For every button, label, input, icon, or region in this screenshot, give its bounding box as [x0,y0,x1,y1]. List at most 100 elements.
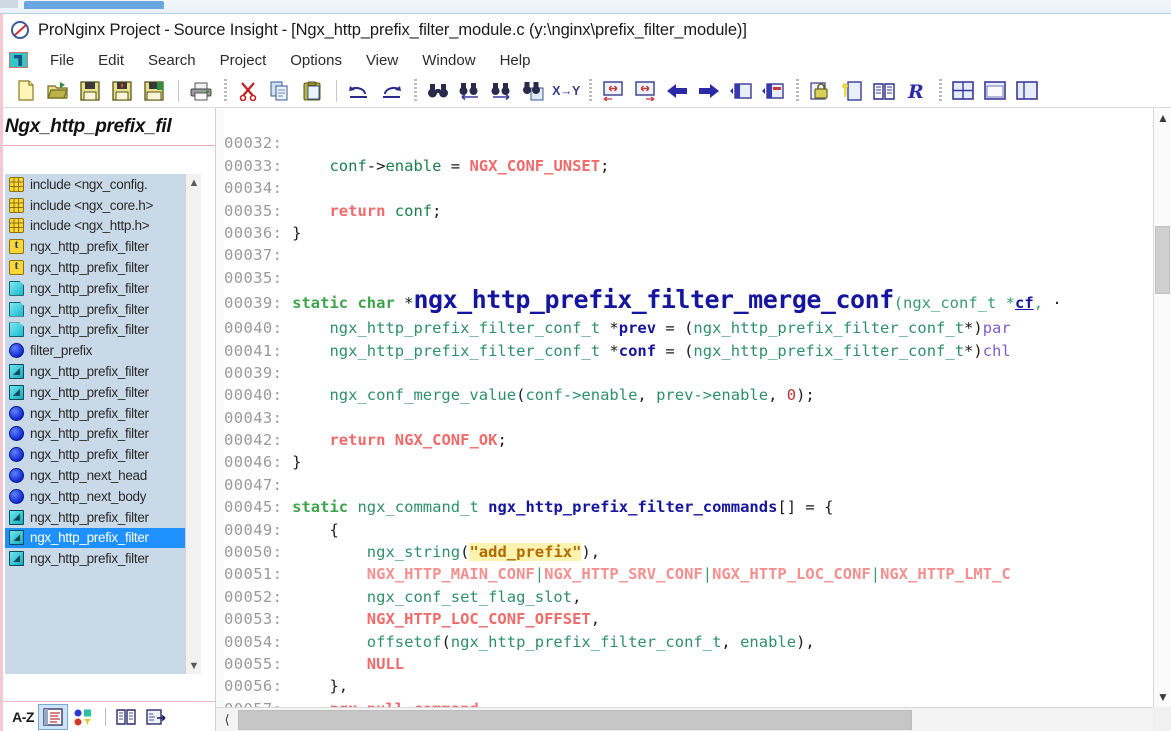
scissors-icon[interactable] [233,77,263,105]
tile-grid-icon[interactable] [948,77,978,105]
menu-item-view[interactable]: View [354,50,410,71]
list-item[interactable]: include <ngx_core.h> [5,195,185,216]
title-app-name: Source Insight [173,20,278,39]
binoculars-files-icon[interactable] [519,77,549,105]
list-item-label: ngx_http_prefix_filter [30,322,149,338]
a-z-icon: A-Z [12,708,34,725]
list-item[interactable]: ngx_http_prefix_filter [5,382,185,403]
floppy-disk-icon[interactable] [75,77,105,105]
title-project-name: ProNginx Project [38,20,161,39]
single-window-icon[interactable] [980,77,1010,105]
list-item-selected[interactable]: ngx_http_prefix_filter [5,527,185,549]
function-def-icon [9,530,24,546]
list-item[interactable]: include <ngx_config. [5,174,185,195]
title-separator-1: - [164,20,170,39]
menu-item-search[interactable]: Search [136,50,208,71]
file-with-arrow-icon [146,708,166,725]
vertical-scroll-thumb[interactable] [1155,226,1170,294]
code-text-area[interactable]: 00032: 00033: conf->enable = NGX_CONF_UN… [224,110,1153,707]
editor-horizontal-scrollbar[interactable]: ⟨ ⟩ [216,707,1171,731]
binoculars-left-icon[interactable] [455,77,485,105]
lock-icon[interactable] [805,77,835,105]
symbol-tree[interactable]: include <ngx_config. include <ngx_core.h… [5,174,201,674]
arrow-left-icon[interactable] [662,77,692,105]
horizontal-scroll-track[interactable] [238,709,1149,730]
list-item[interactable]: ngx_http_prefix_filter [5,236,185,257]
binoculars-icon[interactable] [423,77,453,105]
chevron-up-icon[interactable]: ▲ [186,174,201,191]
binoculars-right-icon[interactable] [487,77,517,105]
editor-vertical-scrollbar[interactable]: ▲ ▼ [1153,108,1171,707]
symbol-panel-toolbar: A-Z [3,701,215,731]
open-folder-icon[interactable] [43,77,73,105]
symbol-tree-scrollbar[interactable]: ▲ ▼ [185,174,201,674]
menu-item-help[interactable]: Help [488,50,543,71]
code-line: 00042: return NGX_CONF_OK; [224,431,507,450]
undo-arrow-icon[interactable] [344,77,374,105]
floppy-disk-green-icon[interactable] [139,77,169,105]
relation-r-icon[interactable]: R [901,77,931,105]
copy-pages-icon[interactable] [265,77,295,105]
list-item[interactable]: ngx_http_prefix_filter [5,507,185,528]
new-document-icon[interactable] [11,77,41,105]
window-prev-icon[interactable] [726,77,756,105]
symbol-window-header: Ngx_http_prefix_fil [3,108,215,146]
context-info-icon[interactable] [837,77,867,105]
jump-left-icon[interactable] [598,77,628,105]
menu-item-edit[interactable]: Edit [86,50,136,71]
x-to-y-icon[interactable]: X→Y [551,77,581,105]
source-insight-window: ProNginx Project - Source Insight - [Ngx… [0,14,1171,731]
sort-alphabetical-button[interactable]: A-Z [9,705,37,729]
redo-arrow-icon[interactable] [376,77,406,105]
arrow-right-icon[interactable] [694,77,724,105]
clipboard-icon[interactable] [297,77,327,105]
chevron-down-icon[interactable]: ▼ [1154,687,1171,707]
code-line: 00049: { [224,520,339,539]
scrollbar-corner [1153,707,1171,731]
printer-icon[interactable] [186,77,216,105]
menu-item-options[interactable]: Options [278,50,354,71]
window-next-icon[interactable] [758,77,788,105]
toolbar-separator-7 [939,78,942,103]
list-item[interactable]: ngx_http_prefix_filter [5,320,185,341]
chevron-down-icon[interactable]: ▼ [186,657,201,674]
list-item-label: include <ngx_http.h> [30,218,150,234]
list-item[interactable]: ngx_http_prefix_filter [5,444,185,465]
list-item-label: ngx_http_prefix_filter [30,426,149,442]
list-item[interactable]: ngx_http_next_body [5,486,185,507]
code-line: 00039: [224,363,293,382]
list-item-label: ngx_http_prefix_filter [30,280,149,296]
menu-item-file[interactable]: File [38,50,86,71]
horizontal-scroll-thumb[interactable] [238,709,913,730]
code-line: 00033: conf->enable = NGX_CONF_UNSET; [224,156,610,175]
filter-symbols-button[interactable] [69,705,97,729]
list-item[interactable]: ngx_http_next_head [5,465,185,486]
menu-item-project[interactable]: Project [208,50,279,71]
list-item[interactable]: ngx_http_prefix_filter [5,257,185,278]
chevron-up-icon[interactable]: ▲ [1154,108,1171,128]
list-item[interactable]: filter_prefix [5,340,185,361]
list-item-label: ngx_http_prefix_filter [30,551,149,567]
jump-right-icon[interactable] [630,77,660,105]
list-item[interactable]: ngx_http_prefix_filter [5,424,185,445]
symbol-tree-list: include <ngx_config. include <ngx_core.h… [5,174,185,674]
tile-partial-icon[interactable] [1012,77,1042,105]
list-item[interactable]: ngx_http_prefix_filter [5,361,185,382]
floppy-disk-flame-icon[interactable] [107,77,137,105]
list-item[interactable]: ngx_http_prefix_filter [5,403,185,424]
toolbar-separator-1 [178,79,179,102]
code-editor-window[interactable]: 00032: 00033: conf->enable = NGX_CONF_UN… [215,108,1171,731]
reference-book-button[interactable] [112,705,140,729]
symbol-outline-button[interactable] [38,703,68,730]
chevron-left-icon[interactable]: ⟨ [216,708,238,731]
list-item[interactable]: include <ngx_http.h> [5,216,185,237]
toolbar-separator-3 [336,79,337,102]
list-item[interactable]: ngx_http_prefix_filter [5,299,185,320]
menu-item-window[interactable]: Window [410,50,487,71]
list-item[interactable]: ngx_http_prefix_filter [5,548,185,569]
list-item[interactable]: ngx_http_prefix_filter [5,278,185,299]
list-item-label: ngx_http_prefix_filter [30,530,149,546]
project-file-button[interactable] [142,705,170,729]
open-book-icon[interactable] [869,77,899,105]
list-item-label: include <ngx_core.h> [30,197,154,213]
